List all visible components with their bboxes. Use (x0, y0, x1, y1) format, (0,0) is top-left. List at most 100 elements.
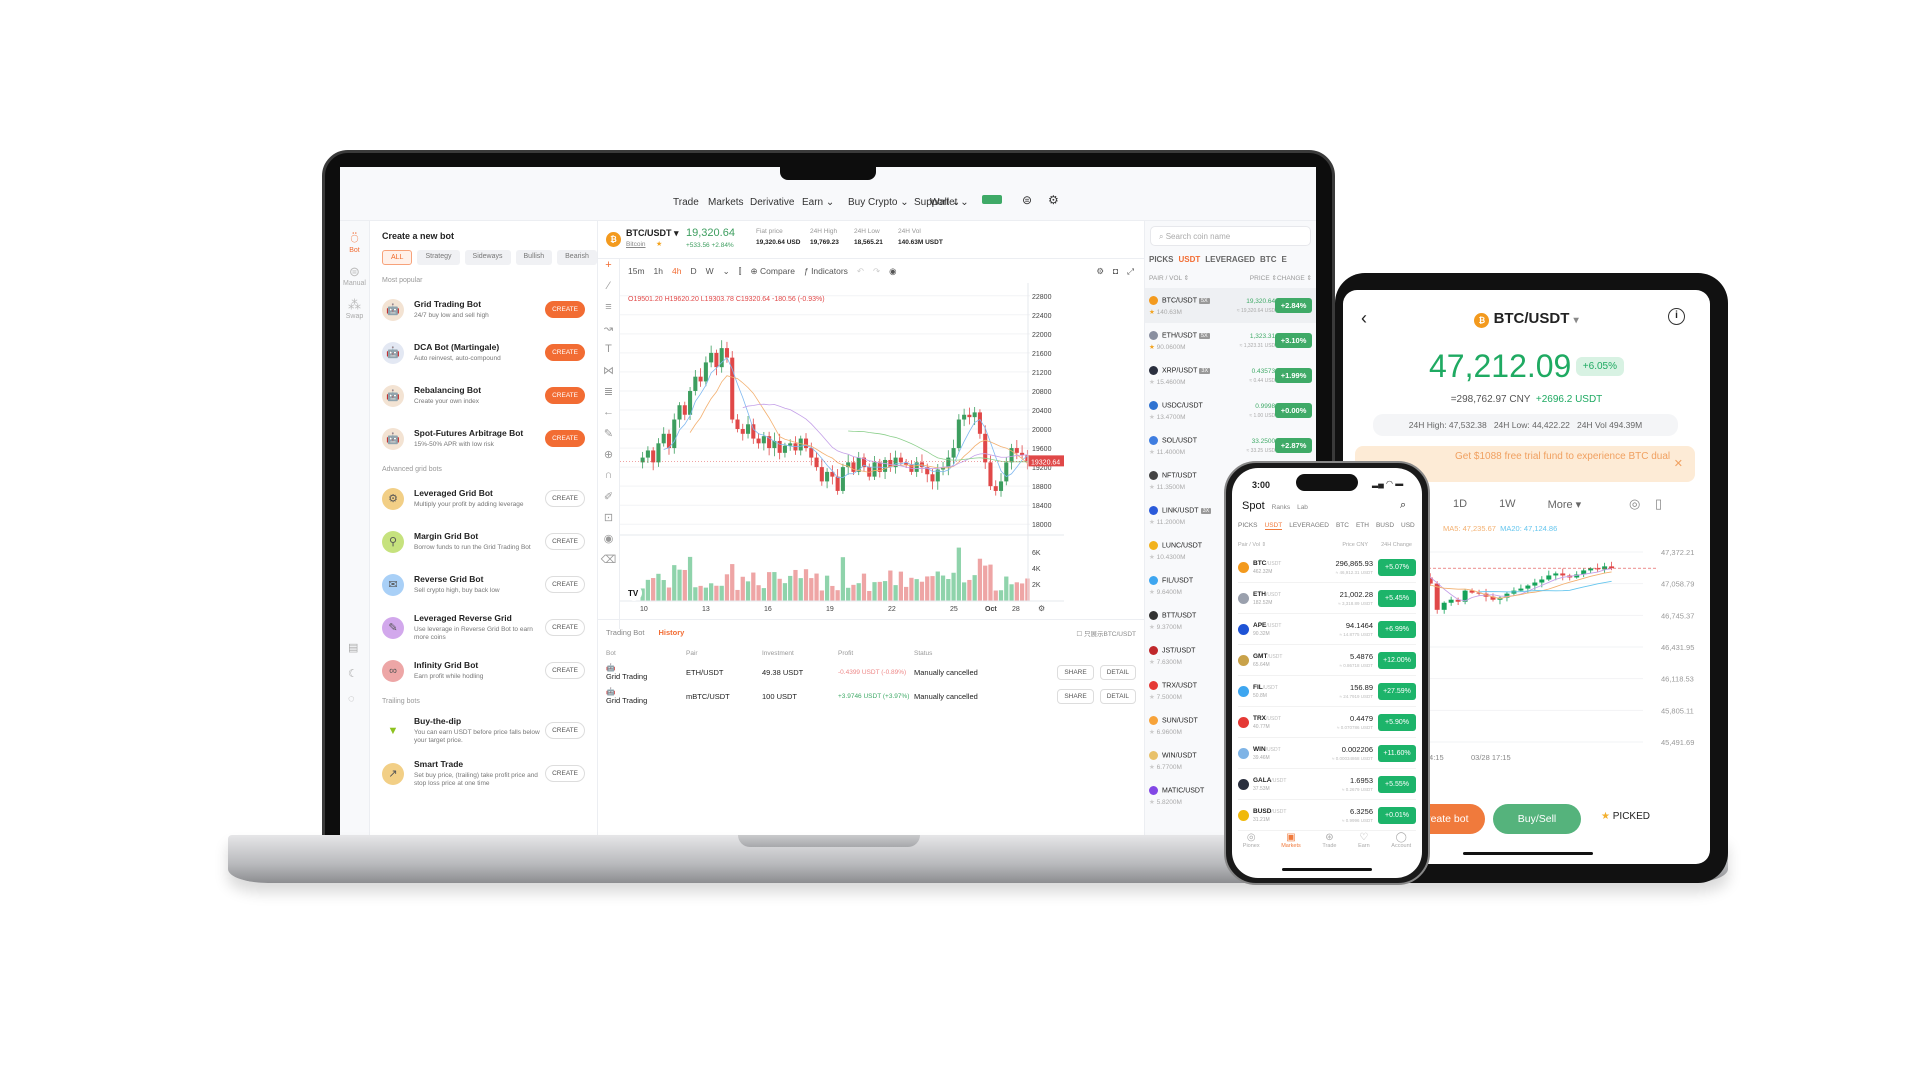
nav-derivative[interactable]: Derivative (750, 197, 794, 208)
bot-item[interactable]: ✉ Reverse Grid Bot Sell crypto high, buy b… (382, 563, 585, 606)
phone-market-row[interactable]: APE/USDT 90.32M 94.1464 ≈ 14.8775 USDT +6.… (1238, 614, 1416, 645)
camera-icon[interactable]: ◘ (1113, 266, 1118, 276)
search-icon[interactable]: ⌕ (1400, 499, 1406, 512)
star-icon[interactable]: ★ (1149, 764, 1155, 771)
undo-icon[interactable]: ↶ (857, 266, 864, 277)
bot-item[interactable]: 🤖 DCA Bot (Martingale) Auto reinvest, auto… (382, 331, 585, 374)
picked-button[interactable]: ★ PICKED (1601, 811, 1650, 822)
lock-icon[interactable]: ⊡ (598, 511, 619, 532)
phone-market-row[interactable]: FIL/USDT 50.8M 156.89 ≈ 24.7919 USDT +27.5… (1238, 676, 1416, 707)
create-button[interactable]: CREATE (545, 722, 585, 739)
bottom-nav-markets[interactable]: ▣ Markets (1281, 832, 1301, 849)
flag-icon[interactable] (982, 195, 1002, 204)
coin-search-input[interactable]: ⌕ Search coin name (1150, 226, 1311, 246)
star-icon[interactable]: ★ (1149, 694, 1155, 701)
horizontal-lines-icon[interactable]: ≡ (598, 301, 619, 322)
bot-item[interactable]: 🤖 Rebalancing Bot Create your own index CRE… (382, 374, 585, 417)
create-button[interactable]: CREATE (545, 533, 585, 550)
star-icon[interactable]: ★ (1149, 379, 1155, 386)
market-tab-btc[interactable]: BTC (1260, 255, 1276, 264)
ruler-icon[interactable]: ≣ (598, 385, 619, 406)
star-icon[interactable]: ★ (1149, 519, 1155, 526)
phone-market-row[interactable]: BUSD/USDT 31.21M 6.3256 ≈ 0.9996 USDT +0.0… (1238, 800, 1416, 831)
nav-buy-crypto[interactable]: Buy Crypto ⌄ (848, 197, 909, 208)
phone-market-row[interactable]: GALA/USDT 37.53M 1.6953 ≈ 0.2679 USDT +5.5… (1238, 769, 1416, 800)
star-icon[interactable]: ★ (1149, 449, 1155, 456)
nav-markets[interactable]: Markets (708, 197, 744, 208)
axis-settings-icon[interactable]: ⚙ (1038, 604, 1045, 613)
col-price[interactable]: PRICE ⇕ (1219, 274, 1277, 282)
bottom-nav-account[interactable]: ◯ Account (1391, 832, 1411, 849)
settings-icon[interactable]: ⚙ (1096, 266, 1104, 277)
interval-D[interactable]: D (690, 266, 696, 276)
phone-market-row[interactable]: TRX/USDT 40.77M 0.4479 ≈ 0.070786 USDT +5.… (1238, 707, 1416, 738)
market-row[interactable]: XRP/USDT 3X ★ 15.4600M 0.43573 ≈ 0.44 USD +… (1145, 358, 1316, 393)
interval-1d[interactable]: 1D (1453, 498, 1467, 511)
phone-market-usd[interactable]: USD (1401, 522, 1415, 530)
hide-icon[interactable]: ◉ (889, 266, 896, 277)
filter-checkbox[interactable]: ☐ 只展示BTC/USDT (1076, 628, 1136, 638)
nav-trade[interactable]: Trade (673, 197, 699, 208)
theme-icon[interactable]: ☾ (348, 667, 358, 680)
filter-sideways[interactable]: Sideways (464, 250, 511, 265)
bottom-nav-pionex[interactable]: ◎ Pionex (1243, 832, 1260, 849)
indicator-settings-icon[interactable]: ◎ (1629, 496, 1640, 512)
nav-earn[interactable]: Earn ⌄ (802, 197, 834, 208)
detail-button[interactable]: DETAIL (1099, 688, 1136, 704)
phone-market-usdt[interactable]: USDT (1264, 522, 1283, 530)
history-tab[interactable]: History (659, 628, 685, 638)
create-button[interactable]: CREATE (545, 576, 585, 593)
phone-market-eth[interactable]: ETH (1356, 522, 1369, 530)
star-icon[interactable]: ★ (1149, 624, 1155, 631)
candlestick-chart[interactable]: 22800 22400 22000 21600 21200 20800 20400 20000… (620, 283, 1144, 619)
interval-1h[interactable]: 1h (654, 266, 663, 276)
brush-icon[interactable]: ↝ (598, 322, 619, 343)
col-change[interactable]: 24H Change (1381, 542, 1412, 548)
star-icon[interactable]: ★ (1149, 554, 1155, 561)
col-pair[interactable]: PAIR / VOL ⇕ (1149, 274, 1219, 282)
info-icon[interactable]: i (1668, 308, 1685, 325)
phone-market-picks[interactable]: PICKS (1238, 522, 1258, 530)
settings-icon[interactable]: ⚙ (1048, 193, 1059, 207)
create-button[interactable]: CREATE (545, 490, 585, 507)
text-icon[interactable]: T (598, 343, 619, 364)
rail-swap[interactable]: ⁂ Swap (340, 297, 369, 320)
interval-W[interactable]: W (706, 266, 714, 276)
phone-market-row[interactable]: BTC/USDT 462.32M 296,865.93 ≈ 46,912.31 US… (1238, 552, 1416, 583)
trash-icon[interactable]: ⌫ (598, 553, 619, 574)
phone-market-row[interactable]: WIN/USDT 39.46M 0.002206 ≈ 0.00034868 USDT… (1238, 738, 1416, 769)
bot-item[interactable]: ✎ Leveraged Reverse Grid Use leverage in R… (382, 606, 585, 649)
market-row[interactable]: BTC/USDT 5X ★ 140.63M 19,320.64 ≈ 19,320.64… (1145, 288, 1316, 323)
market-tab-usdt[interactable]: USDT (1178, 255, 1200, 264)
candle-type-icon[interactable]: ⫿ (739, 266, 742, 277)
fullscreen-icon[interactable]: ⤢ (1127, 266, 1134, 277)
share-button[interactable]: SHARE (1057, 664, 1094, 680)
market-row[interactable]: USDC/USDT ★ 13.4700M 0.9998 ≈ 1.00 USD +0.… (1145, 393, 1316, 428)
phone-market-btc[interactable]: BTC (1336, 522, 1349, 530)
compare-button[interactable]: ⊕ Compare (751, 266, 795, 277)
share-button[interactable]: SHARE (1057, 688, 1094, 704)
phone-tab-lab[interactable]: Lab (1297, 504, 1308, 511)
market-tab-leveraged[interactable]: LEVERAGED (1205, 255, 1255, 264)
filter-strategy[interactable]: Strategy (417, 250, 460, 265)
interval-1w[interactable]: 1W (1499, 498, 1516, 511)
eye-icon[interactable]: ◉ (598, 532, 619, 553)
phone-market-leveraged[interactable]: LEVERAGED (1289, 522, 1329, 530)
market-tab-e[interactable]: E (1281, 255, 1286, 264)
magnet-icon[interactable]: ∩ (598, 469, 619, 490)
phone-tab-spot[interactable]: Spot (1242, 500, 1265, 512)
create-button[interactable]: CREATE (545, 301, 585, 318)
rail-manual[interactable]: ⊜ Manual (340, 264, 369, 287)
arrow-left-icon[interactable]: ← (598, 406, 619, 427)
close-icon[interactable]: ✕ (1674, 457, 1683, 470)
star-icon[interactable]: ★ (1149, 344, 1155, 351)
interval-more[interactable]: More ▾ (1548, 498, 1582, 511)
star-icon[interactable]: ★ (1149, 414, 1155, 421)
coin-name[interactable]: Bitcoin (626, 241, 646, 248)
star-icon[interactable]: ★ (1149, 484, 1155, 491)
phone-market-busd[interactable]: BUSD (1376, 522, 1394, 530)
history-tab[interactable]: Trading Bot (606, 628, 645, 638)
pattern-icon[interactable]: ⋈ (598, 364, 619, 385)
nav-support[interactable]: Support ⌄ (914, 197, 960, 208)
chat-icon[interactable]: ◌ (348, 693, 355, 705)
